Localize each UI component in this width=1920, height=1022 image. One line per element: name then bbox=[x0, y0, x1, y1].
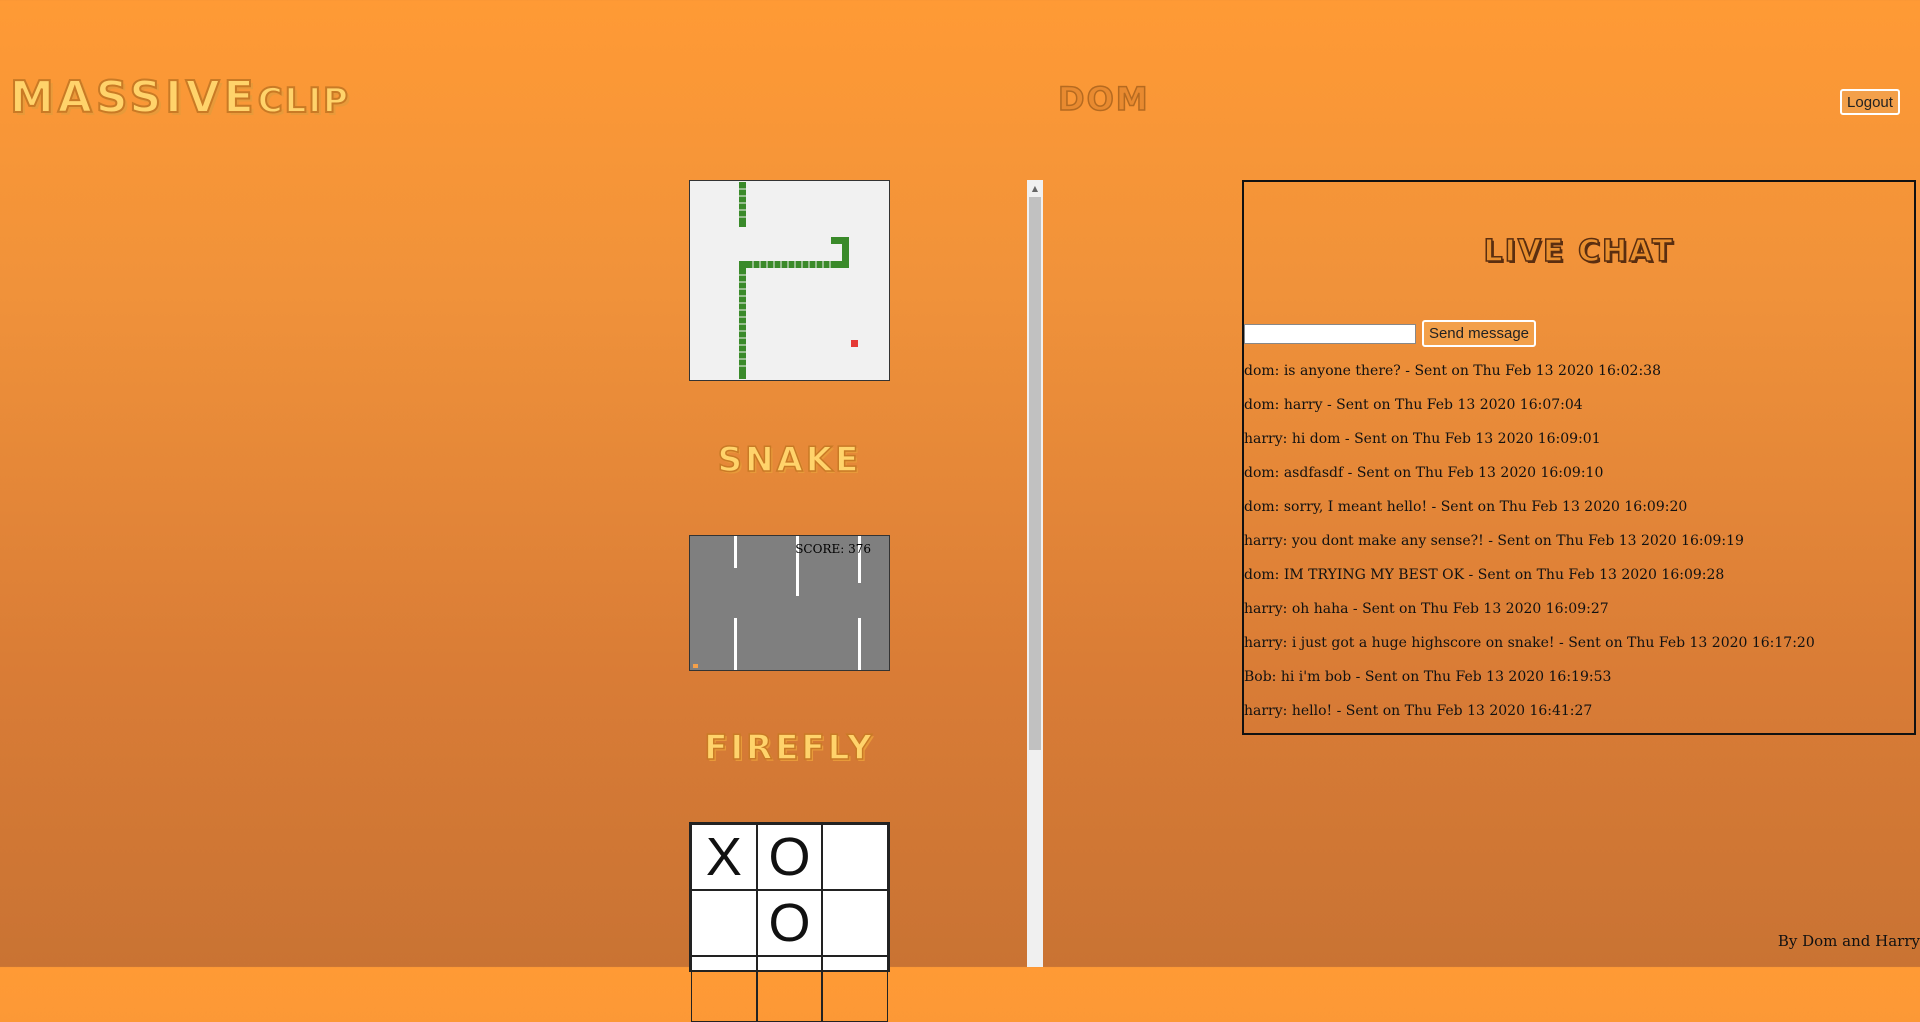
firefly-game-canvas[interactable]: SCORE: 376 bbox=[689, 535, 890, 671]
snake-body bbox=[739, 182, 849, 379]
snake-segment-grid bbox=[739, 188, 831, 367]
chat-message: dom: IM TRYING MY BEST OK - Sent on Thu … bbox=[1244, 567, 1725, 583]
firefly-title-link[interactable]: FIREFLY bbox=[689, 727, 890, 769]
firefly-board bbox=[693, 536, 861, 670]
logo-text-clip: CLIP bbox=[257, 80, 350, 122]
tictactoe-cell[interactable] bbox=[822, 956, 888, 1022]
snake-food bbox=[851, 340, 858, 347]
chat-message: dom: is anyone there? - Sent on Thu Feb … bbox=[1244, 363, 1661, 379]
tictactoe-cell[interactable] bbox=[822, 824, 888, 890]
send-message-button[interactable]: Send message bbox=[1422, 320, 1536, 347]
tictactoe-cell[interactable] bbox=[822, 890, 888, 956]
tictactoe-cell[interactable] bbox=[691, 890, 757, 956]
live-chat-panel: LIVE CHAT Send message dom: is anyone th… bbox=[1242, 180, 1916, 735]
chat-message: Bob: hi i'm bob - Sent on Thu Feb 13 202… bbox=[1244, 669, 1612, 685]
chat-message: dom: asdfasdf - Sent on Thu Feb 13 2020 … bbox=[1244, 465, 1604, 481]
firefly-obstacles bbox=[734, 536, 861, 670]
tictactoe-cell[interactable] bbox=[756, 956, 823, 1022]
snake-game-canvas[interactable] bbox=[689, 180, 890, 381]
firefly-player bbox=[693, 664, 698, 668]
chat-message-input[interactable] bbox=[1244, 324, 1416, 344]
chat-message: harry: i just got a huge highscore on sn… bbox=[1244, 635, 1815, 651]
live-chat-title: LIVE CHAT bbox=[1483, 233, 1675, 270]
chat-message-list: dom: is anyone there? - Sent on Thu Feb … bbox=[1244, 362, 1914, 736]
tictactoe-board[interactable]: X O O bbox=[689, 822, 890, 1022]
tictactoe-cell[interactable]: X bbox=[691, 824, 757, 890]
chat-message: harry: oh haha - Sent on Thu Feb 13 2020… bbox=[1244, 601, 1609, 617]
chat-message: harry: hi dom - Sent on Thu Feb 13 2020 … bbox=[1244, 431, 1601, 447]
snake-board bbox=[739, 182, 858, 379]
tictactoe-cell[interactable]: O bbox=[756, 890, 823, 956]
tictactoe-cell[interactable] bbox=[691, 956, 757, 1022]
tictactoe-cell[interactable]: O bbox=[756, 824, 823, 890]
firefly-score: SCORE: 376 bbox=[795, 542, 871, 556]
site-logo: MASSIVECLIP bbox=[9, 71, 350, 124]
username-label: DOM bbox=[1057, 79, 1150, 119]
logout-button[interactable]: Logout bbox=[1840, 89, 1900, 115]
chat-message: harry: hello! - Sent on Thu Feb 13 2020 … bbox=[1244, 703, 1593, 719]
scrollbar-thumb[interactable] bbox=[1029, 197, 1041, 750]
logo-text-massive: MASSIVE bbox=[9, 71, 258, 124]
chat-message: harry: you dont make any sense?! - Sent … bbox=[1244, 533, 1744, 549]
footer-credit: By Dom and Harry bbox=[1777, 932, 1920, 950]
games-scrollbar[interactable]: ▲ bbox=[1027, 180, 1043, 967]
snake-title-link[interactable]: SNAKE bbox=[689, 439, 890, 481]
scroll-up-arrow-icon[interactable]: ▲ bbox=[1027, 180, 1043, 196]
chat-message: dom: sorry, I meant hello! - Sent on Thu… bbox=[1244, 499, 1688, 515]
chat-message: dom: harry - Sent on Thu Feb 13 2020 16:… bbox=[1244, 397, 1583, 413]
